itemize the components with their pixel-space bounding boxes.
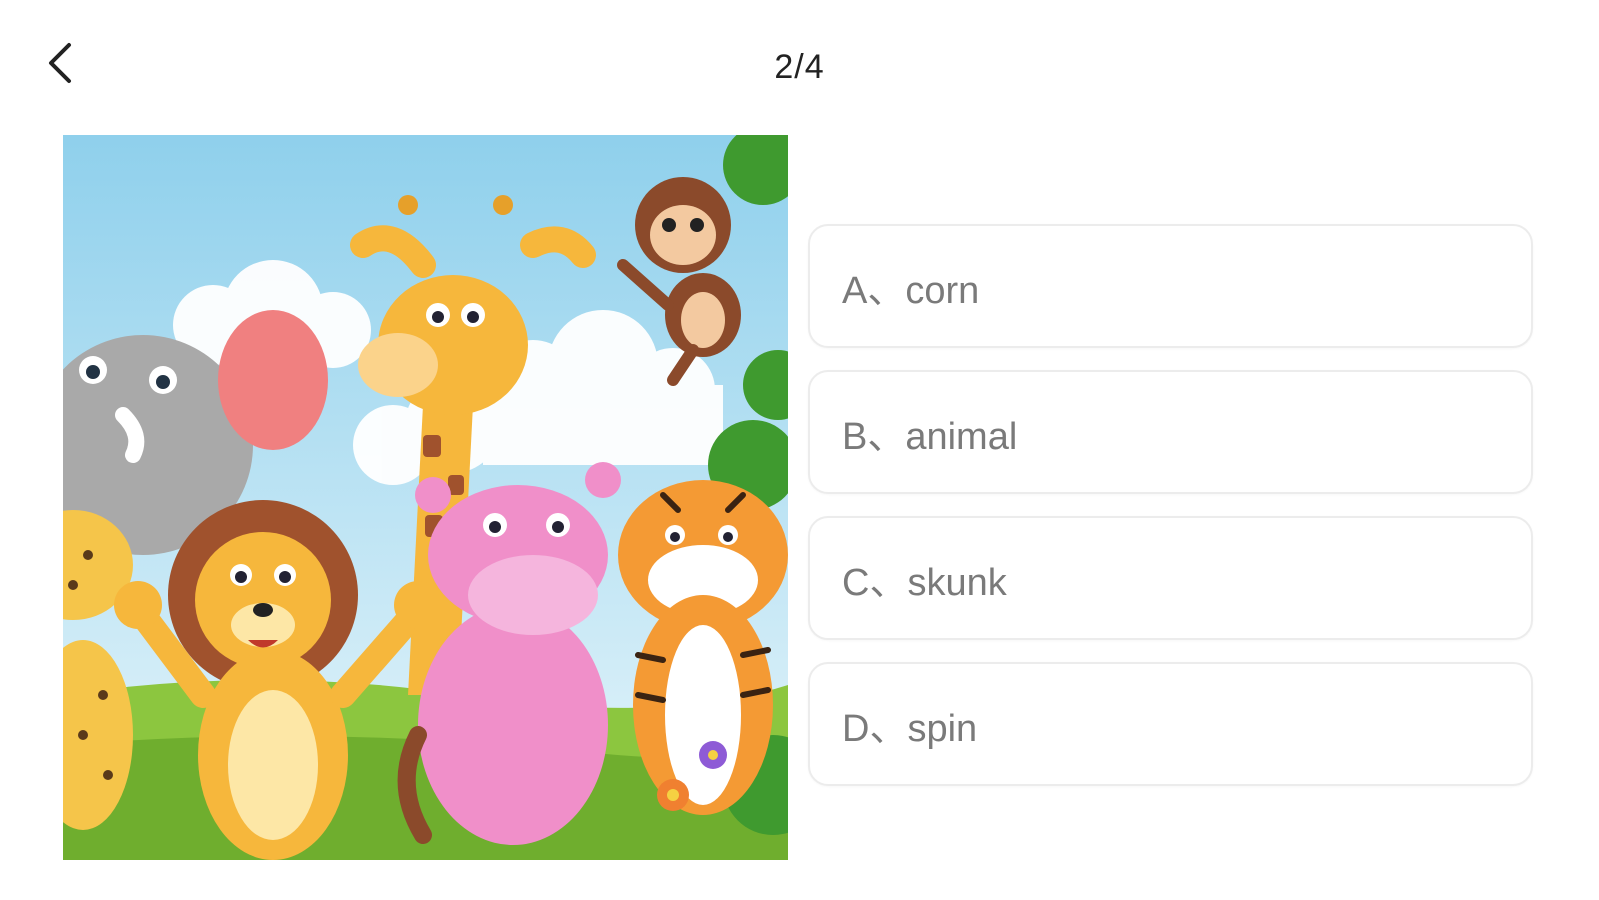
question-image xyxy=(63,135,788,860)
option-b[interactable]: B、animal xyxy=(808,370,1533,494)
option-d[interactable]: D、spin xyxy=(808,662,1533,786)
answer-options: A、corn B、animal C、skunk D、spin xyxy=(808,224,1533,786)
question-progress: 2/4 xyxy=(774,48,825,86)
option-c[interactable]: C、skunk xyxy=(808,516,1533,640)
jungle-animals-illustration xyxy=(63,135,788,860)
option-a[interactable]: A、corn xyxy=(808,224,1533,348)
